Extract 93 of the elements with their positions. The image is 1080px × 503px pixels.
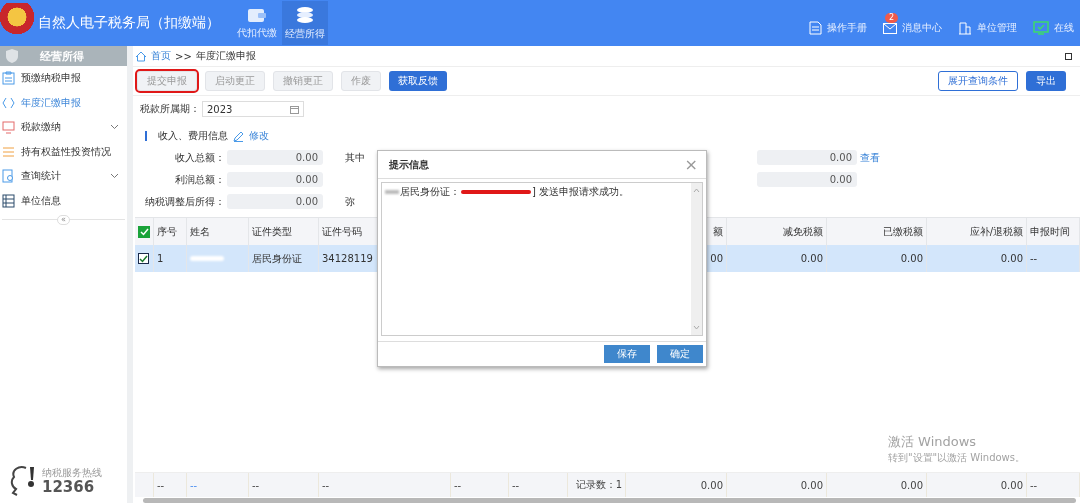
table-cell: -- bbox=[1027, 245, 1080, 272]
amount-field[interactable]: 0.00 bbox=[757, 172, 857, 187]
table-cell: 居民身份证 bbox=[249, 245, 319, 272]
pencil-icon bbox=[233, 130, 244, 142]
vertical-scrollbar[interactable] bbox=[691, 183, 702, 335]
menu-icon bbox=[2, 144, 15, 159]
building-icon bbox=[958, 21, 972, 35]
footer-cell: 0.00 bbox=[727, 473, 827, 497]
coins-icon bbox=[295, 5, 315, 24]
checkbox[interactable] bbox=[138, 253, 149, 264]
footer-cell: -- bbox=[154, 473, 187, 497]
footer-cell: -- bbox=[509, 473, 568, 497]
monitor-icon bbox=[1033, 21, 1049, 35]
menu-icon bbox=[2, 193, 15, 208]
header-link[interactable]: 2 消息中心 bbox=[883, 9, 942, 37]
period-field[interactable]: 2023 bbox=[202, 101, 304, 117]
field-label: 利润总额： bbox=[174, 172, 225, 187]
breadcrumb-current: 年度汇缴申报 bbox=[195, 49, 256, 63]
notification-badge: 2 bbox=[885, 12, 899, 23]
module-tab[interactable]: 代扣代缴 bbox=[234, 1, 280, 45]
table-link[interactable]: -- bbox=[190, 479, 198, 491]
message-box[interactable]: 居民身份证： ] 发送申报请求成功。 bbox=[381, 182, 703, 336]
module-tab[interactable]: 经营所得 bbox=[282, 1, 328, 45]
breadcrumb-link[interactable]: 首页 bbox=[151, 49, 171, 63]
menu-icon bbox=[2, 71, 15, 86]
table-cell: 1 bbox=[154, 245, 187, 272]
wallet-icon bbox=[247, 6, 267, 23]
activation-notice-text: 转到"设置"以激活 Windows。 bbox=[887, 451, 1025, 465]
message-text: ] 发送申报请求成功。 bbox=[532, 185, 630, 199]
toolbar-button[interactable]: 获取反馈 bbox=[389, 71, 447, 91]
table-cell: 0.00 bbox=[827, 245, 927, 272]
scroll-up-icon[interactable] bbox=[693, 188, 700, 193]
scroll-down-icon[interactable] bbox=[693, 325, 700, 330]
mail-icon bbox=[883, 22, 897, 34]
footer-cell: -- bbox=[319, 473, 451, 497]
window-restore-icon bbox=[1065, 52, 1072, 60]
hotline-number: 12366 bbox=[42, 480, 96, 495]
amount-field[interactable]: 0.00 bbox=[227, 150, 323, 165]
dialog-title: 提示信息 bbox=[389, 157, 429, 172]
menu-icon bbox=[2, 169, 15, 184]
redacted-name bbox=[385, 190, 399, 194]
horizontal-scrollbar[interactable] bbox=[143, 498, 1076, 503]
sidebar-item[interactable]: 年度汇缴申报 bbox=[0, 90, 127, 115]
message-label: 居民身份证： bbox=[400, 185, 460, 199]
dialog-button[interactable]: 确定 bbox=[657, 345, 703, 363]
redaction-mark bbox=[461, 190, 531, 194]
footer-cell: 0.00 bbox=[827, 473, 927, 497]
edit-link[interactable]: 修改 bbox=[249, 129, 269, 143]
footer-cell: 记录数：1 bbox=[568, 473, 626, 497]
breadcrumb-separator: >> bbox=[175, 50, 192, 62]
sidebar-item[interactable]: 单位信息 bbox=[0, 188, 127, 213]
field-label: 弥 bbox=[345, 195, 355, 207]
home-icon bbox=[135, 50, 147, 62]
sidebar-item[interactable]: 持有权益性投资情况 bbox=[0, 139, 127, 164]
sidebar-title: 经营所得 bbox=[40, 48, 84, 64]
activation-notice-title: 激活 Windows bbox=[887, 433, 977, 451]
hotline-label: 纳税服务热线 bbox=[42, 467, 102, 480]
sidebar-item[interactable]: 预缴纳税申报 bbox=[0, 66, 127, 91]
header-link[interactable]: 操作手册 bbox=[809, 9, 867, 37]
redacted-name bbox=[190, 256, 224, 261]
period-label: 税款所属期： bbox=[140, 102, 200, 116]
collapse-button[interactable]: « bbox=[57, 215, 70, 225]
footer-cell: -- bbox=[1027, 473, 1080, 497]
section-title: 收入、费用信息 bbox=[158, 129, 228, 143]
expand-filter-button[interactable]: 展开查询条件 bbox=[938, 71, 1018, 91]
dialog-button[interactable]: 保存 bbox=[604, 345, 650, 363]
close-button[interactable]: × bbox=[684, 156, 698, 173]
calendar-icon bbox=[290, 104, 299, 114]
footer-cell: 0.00 bbox=[927, 473, 1027, 497]
section-marker bbox=[145, 131, 147, 141]
field-label: 其中 bbox=[345, 151, 365, 163]
footer-cell: 0.00 bbox=[626, 473, 727, 497]
header-link[interactable]: 单位管理 bbox=[958, 9, 1017, 37]
amount-field[interactable]: 0.00 bbox=[757, 150, 857, 165]
field-label: 纳税调整后所得： bbox=[144, 194, 225, 209]
export-button[interactable]: 导出 bbox=[1026, 71, 1066, 91]
sidebar-item[interactable]: 税款缴纳 bbox=[0, 115, 127, 140]
field-label: 收入总额： bbox=[174, 150, 225, 165]
table-cell: 0.00 bbox=[927, 245, 1027, 272]
document-icon bbox=[809, 21, 822, 35]
amount-field[interactable]: 0.00 bbox=[227, 194, 323, 209]
footer-cell: -- bbox=[249, 473, 319, 497]
view-link[interactable]: 查看 bbox=[860, 150, 880, 165]
app-title: 自然人电子税务局（扣缴端） bbox=[38, 14, 221, 32]
amount-field[interactable]: 0.00 bbox=[227, 172, 323, 187]
sidebar-item[interactable]: 查询统计 bbox=[0, 164, 127, 189]
shield-icon bbox=[4, 48, 20, 64]
menu-icon bbox=[2, 120, 15, 135]
header-link[interactable]: 在线 bbox=[1033, 9, 1074, 37]
table-cell: 0.00 bbox=[727, 245, 827, 272]
menu-icon bbox=[2, 95, 15, 110]
checkbox[interactable] bbox=[138, 225, 150, 238]
footer-cell: -- bbox=[451, 473, 509, 497]
